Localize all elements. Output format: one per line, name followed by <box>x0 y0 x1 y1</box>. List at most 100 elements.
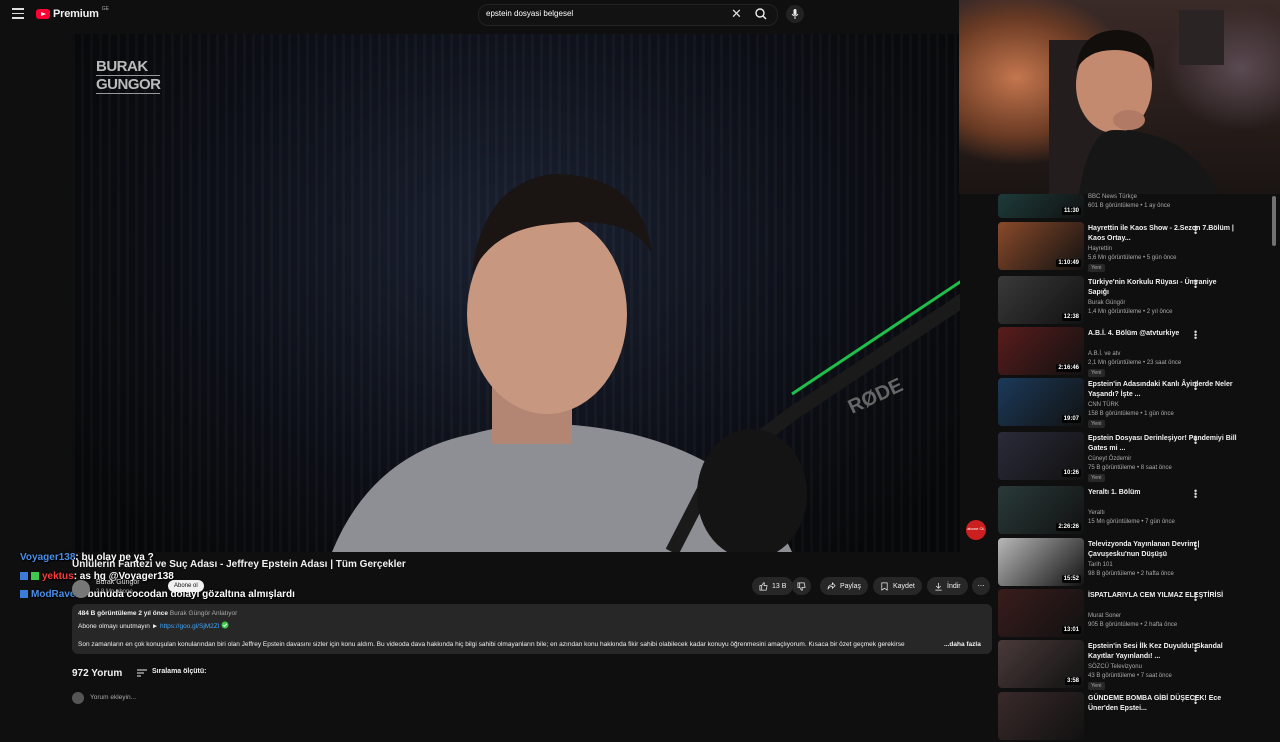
show-more-button[interactable]: ...daha fazla <box>944 641 981 648</box>
download-icon <box>935 582 942 590</box>
more-vertical-icon[interactable]: • • • <box>1194 539 1197 554</box>
new-badge: Yeni <box>1088 682 1105 690</box>
video-thumbnail[interactable]: 13:01 <box>998 589 1084 637</box>
video-title[interactable]: Televizyonda Yayınlanan Devrim | Çavuşes… <box>1088 540 1238 560</box>
duration-badge: 13:01 <box>1061 626 1081 634</box>
video-meta: 1,4 Mn görüntüleme • 2 yıl önce <box>1088 309 1173 315</box>
video-title[interactable]: Türkiye'nin Korkulu Rüyası - Ümraniye Sa… <box>1088 278 1238 298</box>
video-title[interactable]: GÜNDEME BOMBA GİBİ DÜŞECEK! Ece Üner'den… <box>1088 694 1238 714</box>
video-thumbnail[interactable] <box>998 692 1084 740</box>
badge-icon <box>31 572 39 580</box>
channel-name: Tarih 101 <box>1088 562 1113 568</box>
watermark-line1: BURAK <box>96 58 160 76</box>
webcam-frame <box>1049 10 1224 194</box>
duration-badge: 11:30 <box>1061 207 1081 215</box>
video-title[interactable]: A.B.İ. 4. Bölüm @atvturkiye <box>1088 329 1238 339</box>
sort-button[interactable]: Sıralama ölçütü: <box>152 668 206 675</box>
recommendation-item[interactable]: 3:58 Epstein'in Sesi İlk Kez Duyuldu! Ska… <box>998 640 1278 690</box>
video-title: Ünlülerin Fantezi ve Suç Adası - Jeffrey… <box>72 559 406 570</box>
more-vertical-icon[interactable]: • • • <box>1194 641 1197 656</box>
description-link[interactable]: https://goo.gl/SjM2ZI <box>160 623 220 630</box>
video-meta: 98 B görüntüleme • 2 hafta önce <box>1088 571 1174 577</box>
like-button[interactable]: 13 B <box>752 577 794 595</box>
more-vertical-icon[interactable]: • • • <box>1194 590 1197 605</box>
subscribe-overlay-badge[interactable]: abone OL <box>966 520 986 540</box>
video-title[interactable]: Epstein'in Sesi İlk Kez Duyuldu! Skandal… <box>1088 642 1238 662</box>
more-vertical-icon[interactable]: • • • <box>1194 379 1197 394</box>
channel-name[interactable]: Burak Güngör <box>96 579 140 586</box>
sort-icon[interactable] <box>137 669 147 677</box>
dislike-button[interactable] <box>792 577 811 595</box>
video-thumbnail[interactable]: 15:52 <box>998 538 1084 586</box>
new-badge: Yeni <box>1088 264 1105 272</box>
video-thumbnail[interactable]: 2:26:26 <box>998 486 1084 534</box>
recommendation-item[interactable]: 13:01 İSPATLARIYLA CEM YILMAZ ELEŞTİRİSİ M… <box>998 589 1278 639</box>
video-thumbnail[interactable]: 12:38 <box>998 276 1084 324</box>
more-vertical-icon[interactable]: • • • <box>1194 433 1197 448</box>
video-thumbnail[interactable]: 3:58 <box>998 640 1084 688</box>
hashtag[interactable]: Burak Güngör Anlatıyor <box>170 610 238 617</box>
channel-watermark: BURAK GUNGOR <box>96 58 161 94</box>
video-thumbnail[interactable]: 11:30 <box>998 194 1084 218</box>
search-icon <box>755 8 767 20</box>
chat-username: Voyager138 <box>20 552 76 563</box>
video-meta: 2,1 Mn görüntüleme • 23 saat önce <box>1088 360 1182 366</box>
duration-badge: 1:10:49 <box>1056 259 1081 267</box>
channel-name: Cüneyt Özdemir <box>1088 456 1132 462</box>
verified-icon <box>221 621 229 629</box>
video-thumbnail[interactable]: 19:07 <box>998 378 1084 426</box>
youtube-logo[interactable]: Premium GE <box>36 6 109 20</box>
user-avatar <box>72 692 84 704</box>
recommendation-item[interactable]: 10:26 Epstein Dosyası Derinleşiyor! Pande… <box>998 432 1278 482</box>
recommendation-item[interactable]: 2:26:26 Yeraltı 1. Bölüm Yeraltı 15 Mn görü… <box>998 486 1278 536</box>
video-title[interactable]: Epstein Dosyası Derinleşiyor! Pandemiyi … <box>1088 434 1238 454</box>
like-count: 13 B <box>772 582 787 590</box>
more-vertical-icon[interactable]: • • • <box>1194 693 1197 708</box>
search-button[interactable] <box>752 5 770 23</box>
video-title[interactable]: İSPATLARIYLA CEM YILMAZ ELEŞTİRİSİ <box>1088 591 1238 601</box>
video-thumbnail[interactable]: 1:10:49 <box>998 222 1084 270</box>
channel-name: Burak Güngör <box>1088 300 1126 306</box>
description-meta: 484 B görüntüleme 2 yıl önce Burak Güngö… <box>78 610 237 617</box>
video-title[interactable]: Yeraltı 1. Bölüm <box>1088 488 1238 498</box>
more-vertical-icon[interactable]: • • • <box>1194 487 1197 502</box>
share-button[interactable]: Paylaş <box>820 577 869 595</box>
comments-count: 972 Yorum <box>72 668 123 679</box>
more-vertical-icon[interactable]: • • • <box>1194 277 1197 292</box>
voice-search-button[interactable] <box>786 5 804 23</box>
logo-text: Premium <box>53 8 99 20</box>
duration-badge: 2:26:26 <box>1056 523 1081 531</box>
recommendation-item[interactable]: GÜNDEME BOMBA GİBİ DÜŞECEK! Ece Üner'den… <box>998 692 1278 742</box>
menu-icon[interactable] <box>12 8 24 19</box>
video-player[interactable]: RØDE <box>72 34 960 552</box>
save-button[interactable]: Kaydet <box>873 577 922 595</box>
scrollbar[interactable] <box>1272 196 1276 246</box>
video-title[interactable]: Epstein'in Adasındaki Kanlı Âyinlerde Ne… <box>1088 380 1238 400</box>
subscribe-reminder: Abone olmayı unutmayın ► <box>78 623 160 630</box>
share-icon <box>827 581 836 589</box>
clear-icon[interactable]: ✕ <box>731 6 742 22</box>
video-meta: 905 B görüntüleme • 2 hafta önce <box>1088 622 1178 628</box>
video-meta: 5,6 Mn görüntüleme • 5 gün önce <box>1088 255 1177 261</box>
share-label: Paylaş <box>840 582 862 590</box>
recommendation-item[interactable]: 12:38 Türkiye'nin Korkulu Rüyası - Ümrani… <box>998 276 1278 326</box>
more-vertical-icon[interactable]: • • • <box>1194 223 1197 238</box>
recommendation-item[interactable]: 2:16:46 A.B.İ. 4. Bölüm @atvturkiye A.B.İ.… <box>998 327 1278 377</box>
search-query: epstein dosyasi belgesel <box>486 9 574 18</box>
comment-input[interactable]: Yorum ekleyin... <box>90 694 136 701</box>
recommendation-item[interactable]: 15:52 Televizyonda Yayınlanan Devrim | Ça… <box>998 538 1278 588</box>
more-actions-button[interactable]: ⋯ <box>972 577 990 595</box>
recommendation-item[interactable]: 1:10:49 Hayrettin ile Kaos Show - 2.Sezon… <box>998 222 1278 272</box>
subscribe-button[interactable]: Abone ol <box>168 580 204 592</box>
thumbs-down-icon <box>797 582 806 590</box>
chat-message: ModRaven: bunuda cocodan dolayı gözaltın… <box>20 589 295 600</box>
download-button[interactable]: İndir <box>927 577 968 595</box>
recommendation-item[interactable]: 19:07 Epstein'in Adasındaki Kanlı Âyinler… <box>998 378 1278 428</box>
video-title[interactable]: Hayrettin ile Kaos Show - 2.Sezon 7.Bölü… <box>1088 224 1238 244</box>
channel-name: Murat Soner <box>1088 613 1122 619</box>
more-vertical-icon[interactable]: • • • <box>1194 328 1197 343</box>
channel-avatar[interactable] <box>72 580 90 598</box>
description-line: Abone olmayı unutmayın ► https://goo.gl/… <box>78 621 229 630</box>
video-thumbnail[interactable]: 10:26 <box>998 432 1084 480</box>
video-thumbnail[interactable]: 2:16:46 <box>998 327 1084 375</box>
